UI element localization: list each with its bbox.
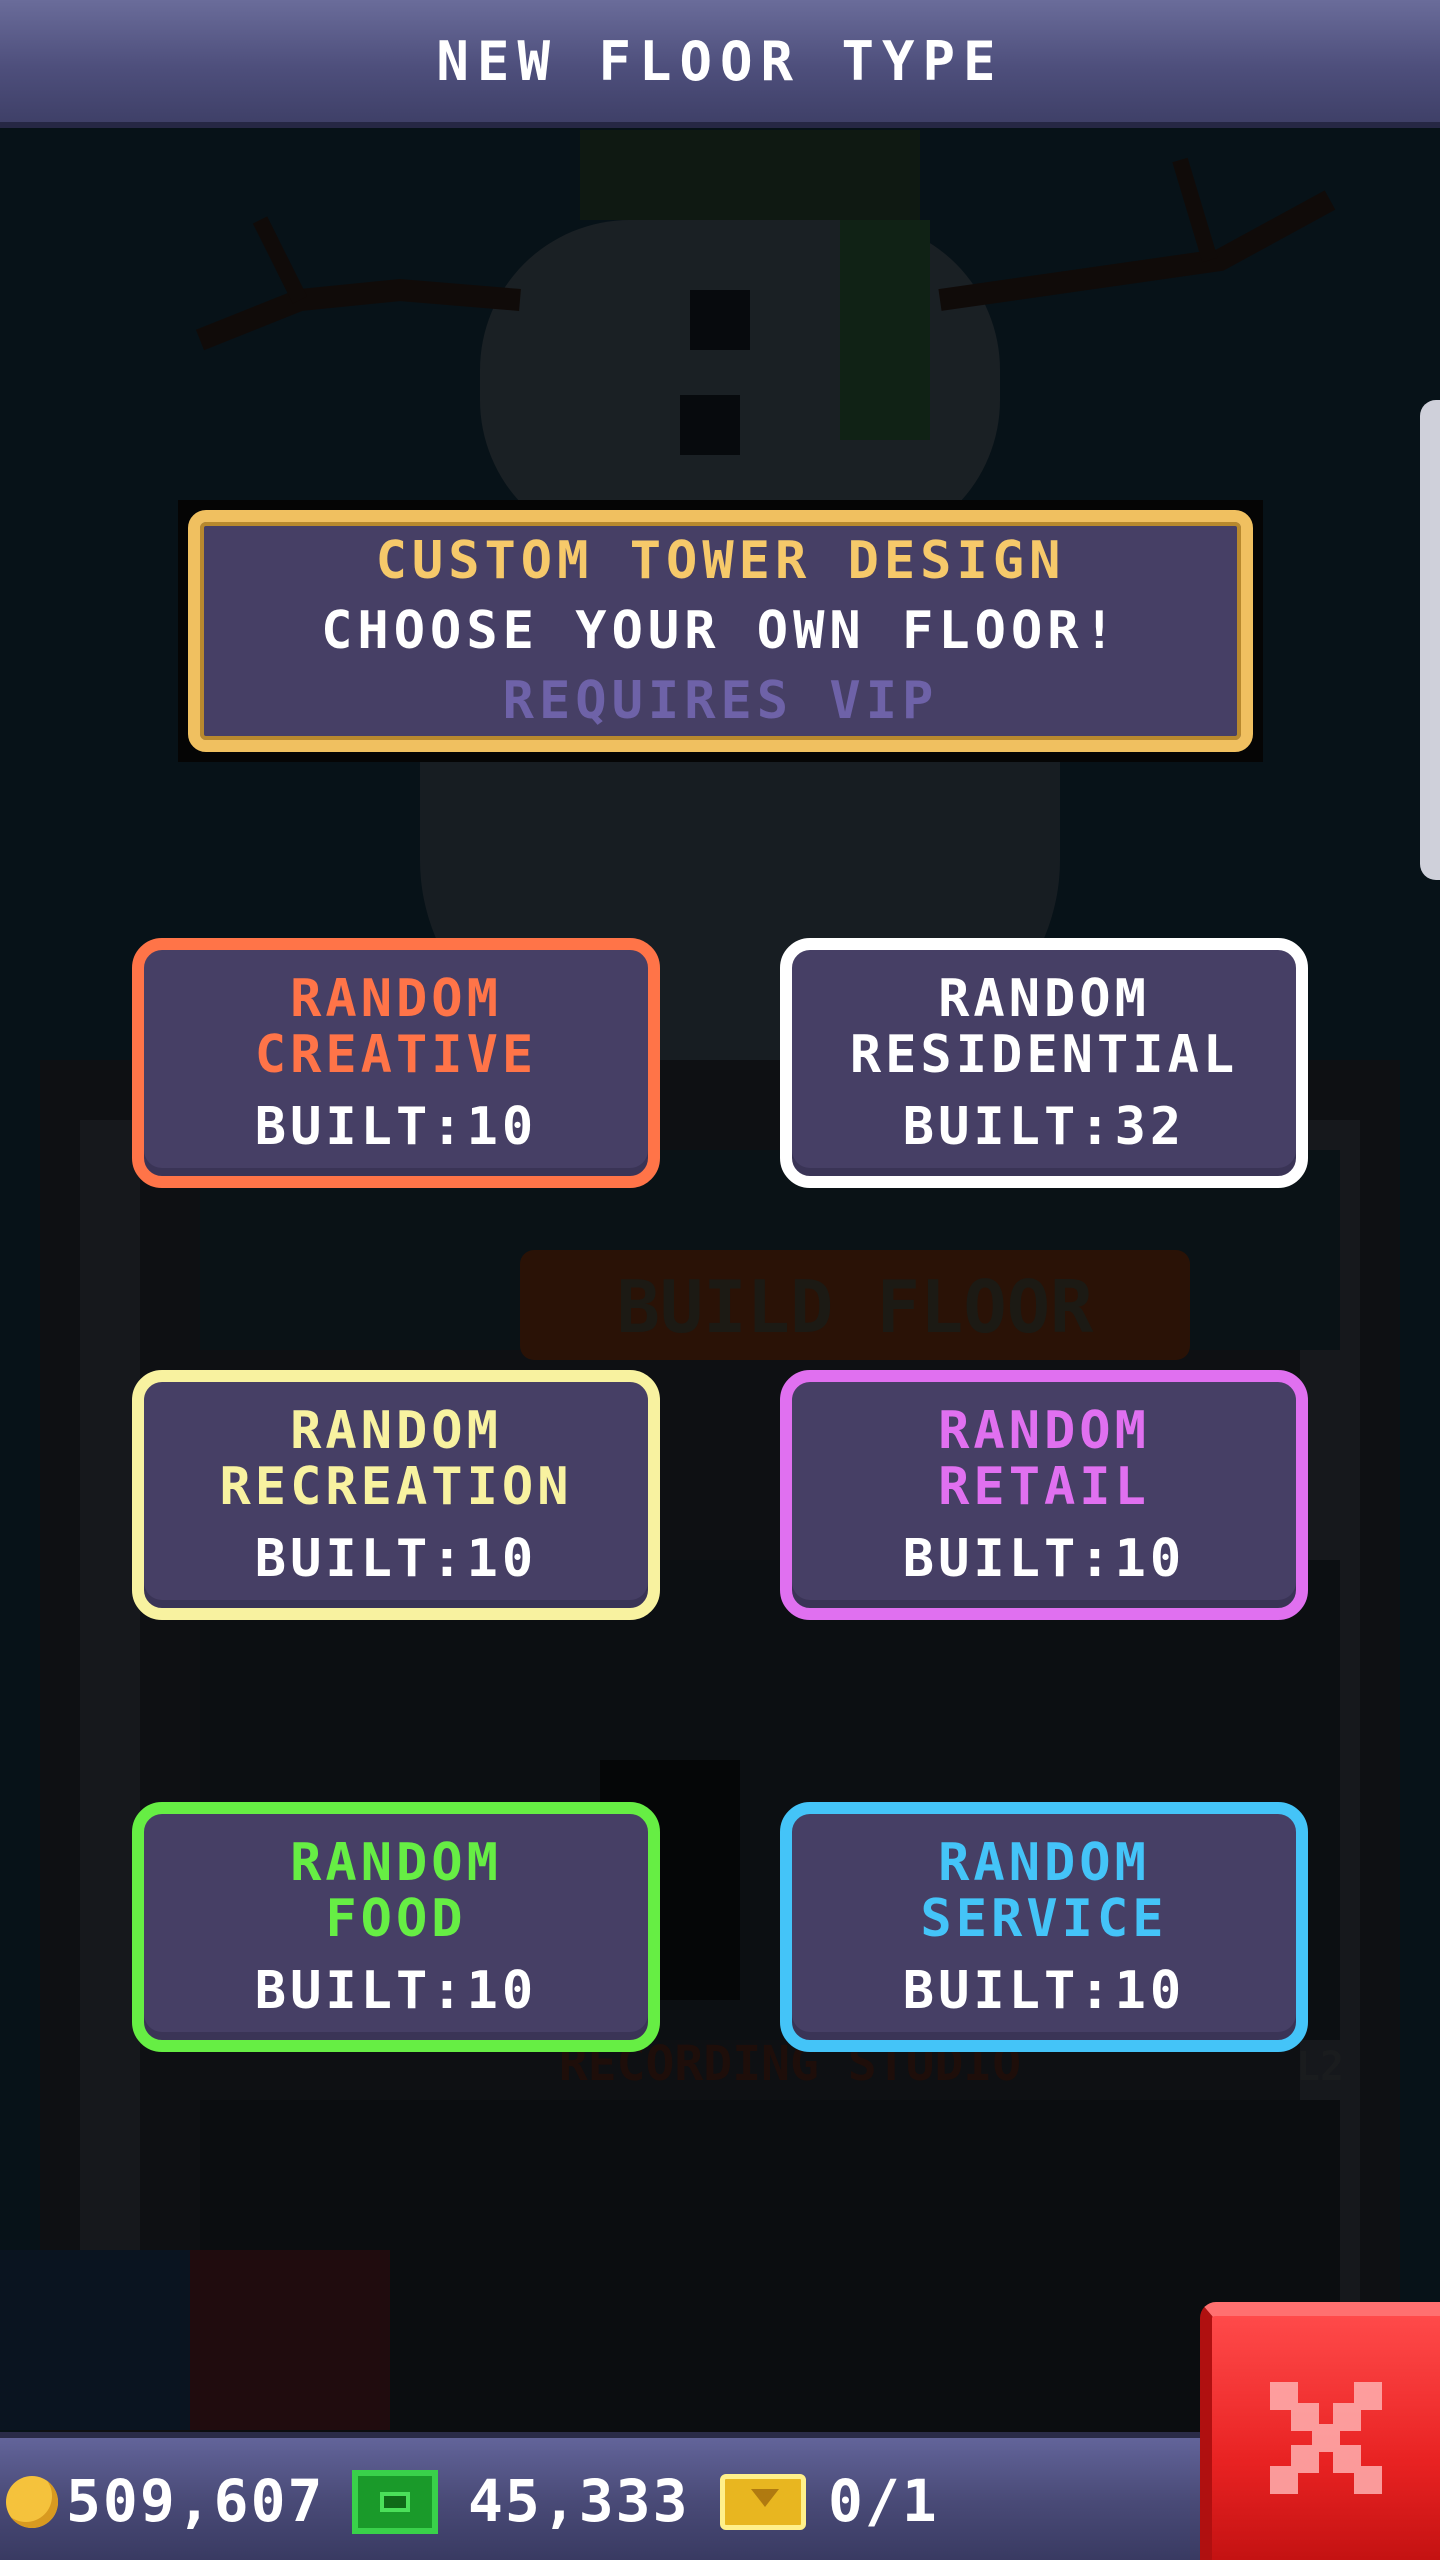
coin-count: 509,607 bbox=[66, 2467, 325, 2535]
built-count: BUILT:10 bbox=[254, 1529, 538, 1589]
option-line2: RECREATION bbox=[219, 1457, 573, 1517]
page-title: NEW FLOOR TYPE bbox=[436, 29, 1004, 93]
background-scene: BUILD FLOOR RECORDING STUDIO L2 bbox=[0, 0, 1440, 2560]
option-line1: RANDOM bbox=[938, 969, 1150, 1029]
title-bar: NEW FLOOR TYPE bbox=[0, 0, 1440, 128]
random-recreation-button[interactable]: RANDOM RECREATION BUILT:10 bbox=[132, 1370, 660, 1620]
close-button[interactable] bbox=[1200, 2302, 1440, 2560]
option-line2: FOOD bbox=[325, 1889, 467, 1949]
option-line2: RESIDENTIAL bbox=[849, 1025, 1239, 1085]
built-count: BUILT:10 bbox=[902, 1529, 1186, 1589]
built-count: BUILT:10 bbox=[254, 1961, 538, 2021]
option-line2: CREATIVE bbox=[254, 1025, 538, 1085]
built-count: BUILT:10 bbox=[902, 1961, 1186, 2021]
random-service-button[interactable]: RANDOM SERVICE BUILT:10 bbox=[780, 1802, 1308, 2052]
built-count: BUILT:32 bbox=[902, 1097, 1186, 1157]
option-line2: RETAIL bbox=[938, 1457, 1150, 1517]
option-line1: RANDOM bbox=[290, 1401, 502, 1461]
option-line1: RANDOM bbox=[290, 1833, 502, 1893]
built-count: BUILT:10 bbox=[254, 1097, 538, 1157]
option-line1: RANDOM bbox=[290, 969, 502, 1029]
option-line1: RANDOM bbox=[938, 1401, 1150, 1461]
random-retail-button[interactable]: RANDOM RETAIL BUILT:10 bbox=[780, 1370, 1308, 1620]
coin-icon bbox=[6, 2476, 58, 2528]
option-line1: RANDOM bbox=[938, 1833, 1150, 1893]
golden-ticket-icon bbox=[720, 2474, 806, 2530]
floor-number-label: L2 bbox=[1296, 2044, 1344, 2090]
side-scroll-handle[interactable] bbox=[1420, 400, 1440, 880]
vip-card-subtitle: CHOOSE YOUR OWN FLOOR! bbox=[321, 601, 1120, 661]
option-line2: SERVICE bbox=[920, 1889, 1168, 1949]
cash-icon bbox=[352, 2470, 438, 2534]
build-floor-label: BUILD FLOOR bbox=[617, 1265, 1094, 1349]
random-creative-button[interactable]: RANDOM CREATIVE BUILT:10 bbox=[132, 938, 660, 1188]
random-residential-button[interactable]: RANDOM RESIDENTIAL BUILT:32 bbox=[780, 938, 1308, 1188]
vip-requirement-label: REQUIRES VIP bbox=[502, 671, 939, 731]
custom-tower-design-card[interactable]: CUSTOM TOWER DESIGN CHOOSE YOUR OWN FLOO… bbox=[178, 500, 1263, 762]
random-food-button[interactable]: RANDOM FOOD BUILT:10 bbox=[132, 1802, 660, 2052]
bux-count: 45,333 bbox=[468, 2467, 690, 2535]
vip-card-title: CUSTOM TOWER DESIGN bbox=[375, 531, 1066, 591]
close-icon bbox=[1270, 2382, 1382, 2494]
ticket-count: 0/1 bbox=[828, 2467, 939, 2535]
